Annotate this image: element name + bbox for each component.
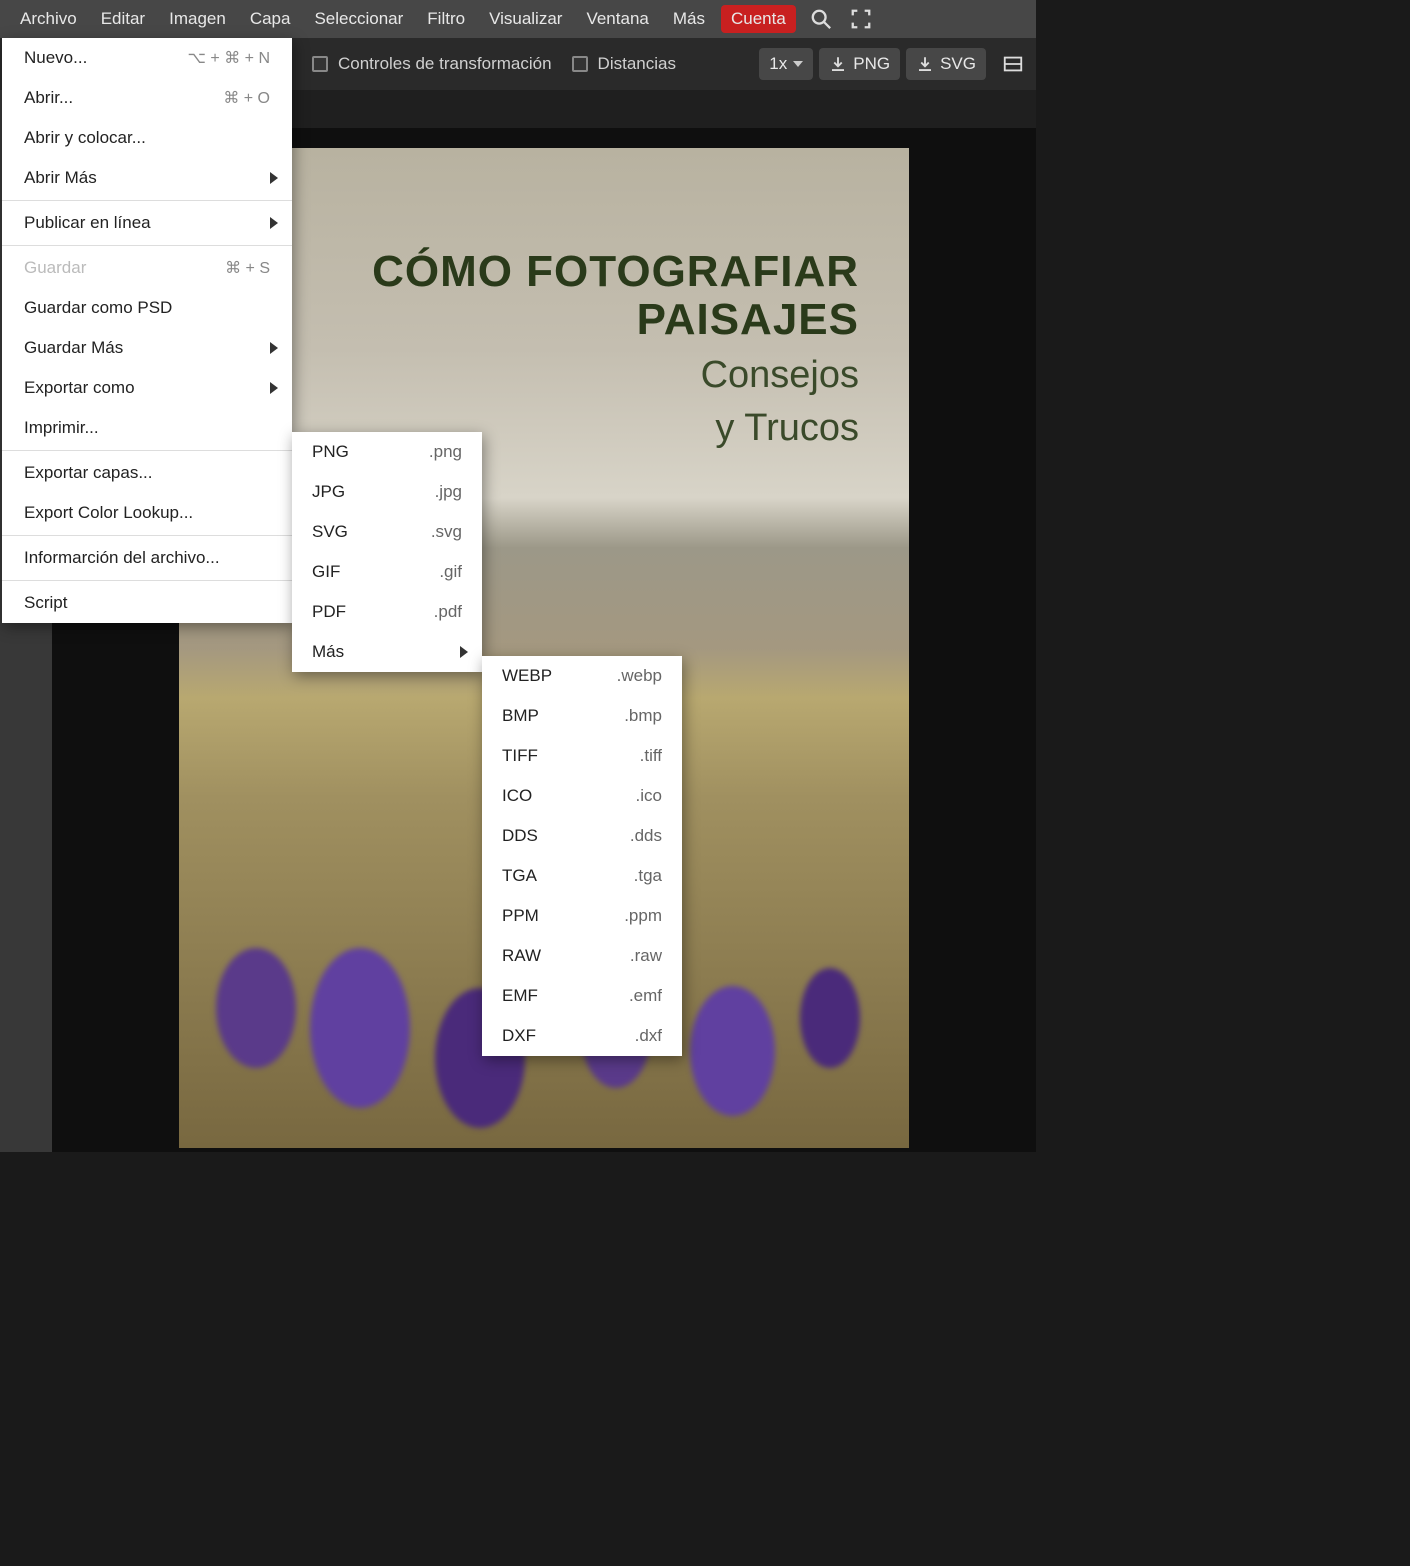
menu-item-script[interactable]: Script <box>2 583 292 623</box>
export-dxf[interactable]: DXF.dxf <box>482 1016 682 1056</box>
export-svg[interactable]: SVG.svg <box>292 512 482 552</box>
menu-item-guardar-m-s[interactable]: Guardar Más <box>2 328 292 368</box>
transform-controls-toggle[interactable]: Controles de transformación <box>312 54 552 74</box>
export-submenu: PNG.pngJPG.jpgSVG.svgGIF.gifPDF.pdfMás <box>292 432 482 672</box>
export-bmp[interactable]: BMP.bmp <box>482 696 682 736</box>
canvas-text-overlay: CÓMO FOTOGRAFIAR PAISAJES Consejos y Tru… <box>372 248 859 452</box>
menu-imagen[interactable]: Imagen <box>157 3 238 35</box>
menu-item-exportar-capas-[interactable]: Exportar capas... <box>2 453 292 493</box>
export-webp[interactable]: WEBP.webp <box>482 656 682 696</box>
fullscreen-icon[interactable] <box>850 8 872 30</box>
download-icon <box>916 55 934 73</box>
menu-capa[interactable]: Capa <box>238 3 303 35</box>
menu-item-nuevo-[interactable]: Nuevo...⌥ + ⌘ + N <box>2 38 292 78</box>
export-ppm[interactable]: PPM.ppm <box>482 896 682 936</box>
chevron-right-icon <box>460 646 468 658</box>
canvas-title-1: CÓMO FOTOGRAFIAR <box>372 248 859 296</box>
search-icon[interactable] <box>810 8 832 30</box>
export-emf[interactable]: EMF.emf <box>482 976 682 1016</box>
export-tiff[interactable]: TIFF.tiff <box>482 736 682 776</box>
download-icon <box>829 55 847 73</box>
export-jpg[interactable]: JPG.jpg <box>292 472 482 512</box>
checkbox-icon <box>312 56 328 72</box>
menu-filtro[interactable]: Filtro <box>415 3 477 35</box>
menu-item-guardar: Guardar⌘ + S <box>2 248 292 288</box>
menu-item-guardar-como-psd[interactable]: Guardar como PSD <box>2 288 292 328</box>
chevron-right-icon <box>270 382 278 394</box>
export-ico[interactable]: ICO.ico <box>482 776 682 816</box>
export-raw[interactable]: RAW.raw <box>482 936 682 976</box>
distances-label: Distancias <box>598 54 676 74</box>
menu-item-exportar-como[interactable]: Exportar como <box>2 368 292 408</box>
canvas-title-2: PAISAJES <box>372 296 859 344</box>
menu-editar[interactable]: Editar <box>89 3 157 35</box>
menu-archivo[interactable]: Archivo <box>8 3 89 35</box>
panel-icon[interactable] <box>1002 53 1024 75</box>
menu-ventana[interactable]: Ventana <box>574 3 660 35</box>
menu-visualizar[interactable]: Visualizar <box>477 3 574 35</box>
menu-item-imprimir-[interactable]: Imprimir... <box>2 408 292 448</box>
export-gif[interactable]: GIF.gif <box>292 552 482 592</box>
menu-item-abrir-m-s[interactable]: Abrir Más <box>2 158 292 198</box>
menu-item-publicar-en-l-nea[interactable]: Publicar en línea <box>2 203 292 243</box>
transform-controls-label: Controles de transformación <box>338 54 552 74</box>
chevron-down-icon <box>793 61 803 67</box>
menu-item-abrir-y-colocar-[interactable]: Abrir y colocar... <box>2 118 292 158</box>
menu-seleccionar[interactable]: Seleccionar <box>302 3 415 35</box>
export-tga[interactable]: TGA.tga <box>482 856 682 896</box>
checkbox-icon <box>572 56 588 72</box>
export-pdf[interactable]: PDF.pdf <box>292 592 482 632</box>
export-png-button[interactable]: PNG <box>819 48 900 80</box>
menu-item-abrir-[interactable]: Abrir...⌘ + O <box>2 78 292 118</box>
export-svg-button[interactable]: SVG <box>906 48 986 80</box>
menu-cuenta[interactable]: Cuenta <box>721 5 796 33</box>
zoom-select[interactable]: 1x <box>759 48 813 80</box>
menu-mas[interactable]: Más <box>661 3 717 35</box>
canvas-subtitle-1: Consejos <box>372 353 859 399</box>
menubar: Archivo Editar Imagen Capa Seleccionar F… <box>0 0 1036 38</box>
menu-item-informarci-n-del-archivo-[interactable]: Informarción del archivo... <box>2 538 292 578</box>
chevron-right-icon <box>270 342 278 354</box>
more-formats-submenu: WEBP.webpBMP.bmpTIFF.tiffICO.icoDDS.ddsT… <box>482 656 682 1056</box>
export-png[interactable]: PNG.png <box>292 432 482 472</box>
menu-item-export-color-lookup-[interactable]: Export Color Lookup... <box>2 493 292 533</box>
distances-toggle[interactable]: Distancias <box>572 54 676 74</box>
archivo-dropdown: Nuevo...⌥ + ⌘ + NAbrir...⌘ + OAbrir y co… <box>2 38 292 623</box>
export-más[interactable]: Más <box>292 632 482 672</box>
export-dds[interactable]: DDS.dds <box>482 816 682 856</box>
chevron-right-icon <box>270 172 278 184</box>
chevron-right-icon <box>270 217 278 229</box>
